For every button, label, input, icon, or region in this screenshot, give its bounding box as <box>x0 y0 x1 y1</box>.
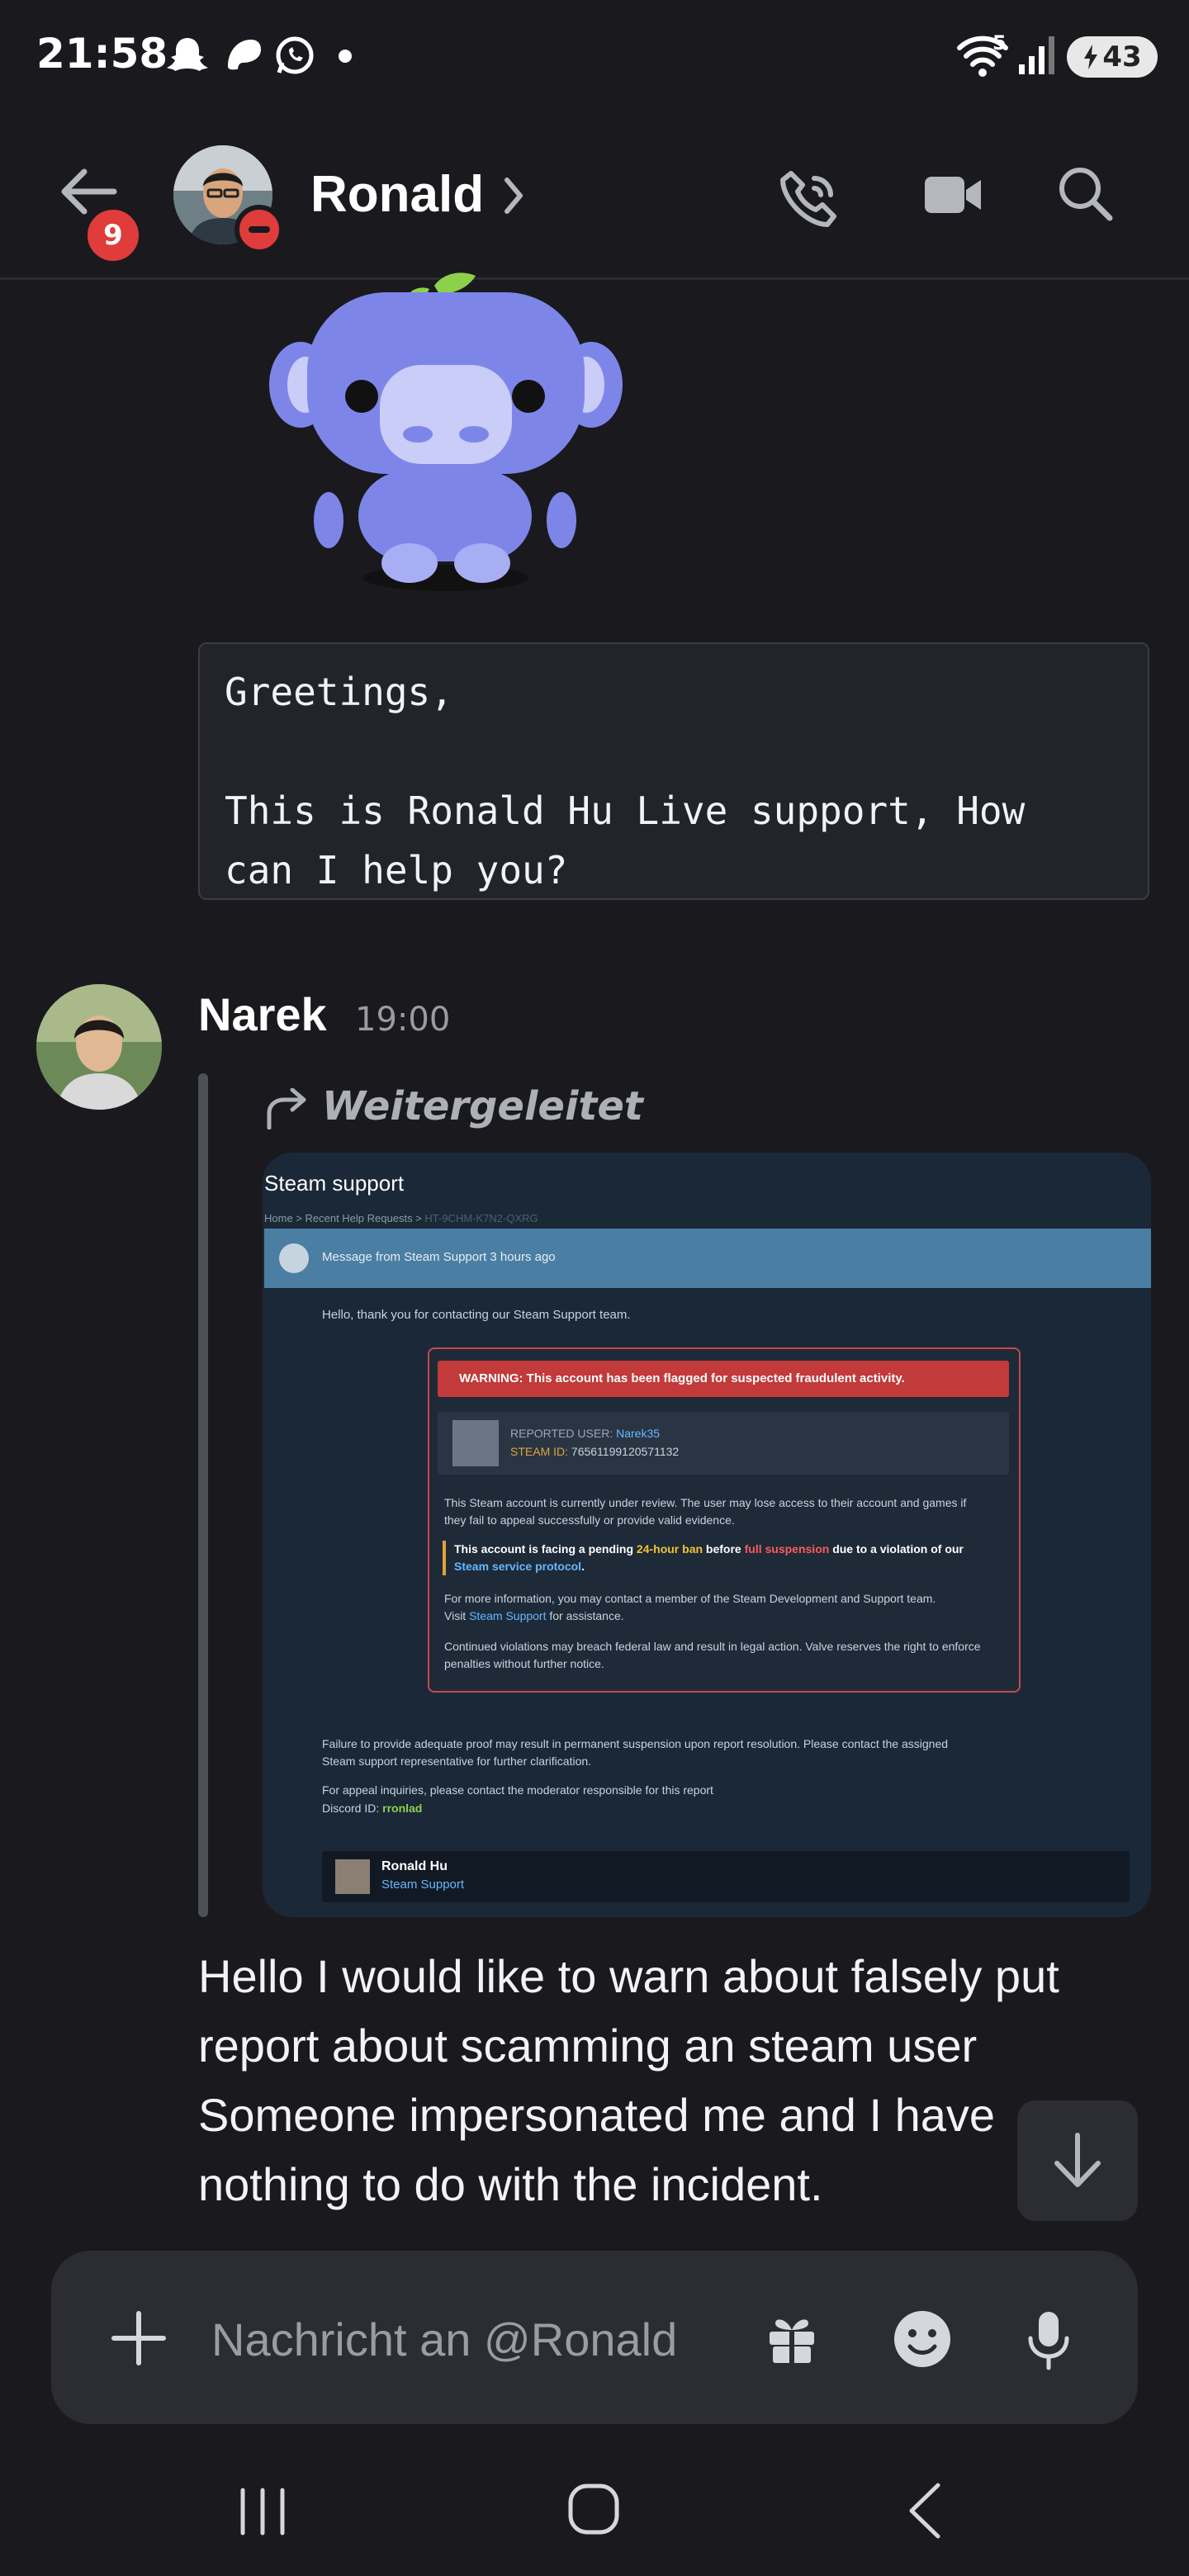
forwarded-image[interactable]: Steam support Home > Recent Help Request… <box>263 1153 1151 1917</box>
warning-box: WARNING: This account has been flagged f… <box>428 1347 1021 1693</box>
video-icon[interactable] <box>923 172 983 218</box>
system-nav-bar <box>0 2452 1189 2576</box>
signer-name: Ronald Hu <box>381 1859 448 1873</box>
chevron-right-icon[interactable] <box>502 175 525 216</box>
forward-bar <box>198 1073 208 1917</box>
contact-name[interactable]: Ronald <box>310 165 484 224</box>
message-text: Hello I would like to warn about falsely… <box>198 1950 1059 2210</box>
dnd-status-icon <box>234 205 284 254</box>
mic-icon[interactable] <box>1026 2308 1072 2371</box>
warning-text: WARNING: This account has been flagged f… <box>459 1371 905 1385</box>
battery-indicator: 43 <box>1067 36 1158 78</box>
app-icon <box>228 40 261 70</box>
snapchat-icon <box>167 38 208 71</box>
signer-avatar <box>335 1859 370 1894</box>
reported-user-card: REPORTED USER: Narek35 STEAM ID: 7656119… <box>438 1412 1009 1475</box>
message-composer <box>51 2251 1138 2424</box>
wifi-badge: 5 <box>992 31 1007 54</box>
author-name[interactable]: Narek <box>198 987 327 1041</box>
reported-avatar <box>452 1420 499 1466</box>
ban-text: This account is facing a pending 24-hour… <box>454 1542 964 1573</box>
review-text: This Steam account is currently under re… <box>444 1496 967 1527</box>
unread-badge: 9 <box>83 205 144 266</box>
search-icon[interactable] <box>1057 165 1113 221</box>
signal-icon <box>1019 36 1054 74</box>
screenshot-message-bar: Message from Steam Support 3 hours ago <box>264 1229 1151 1288</box>
emoji-icon[interactable] <box>892 2308 953 2370</box>
nav-back-icon[interactable] <box>907 2482 943 2540</box>
status-time: 21:58 <box>36 30 168 78</box>
bar-text: Message from Steam Support 3 hours ago <box>322 1250 556 1264</box>
signer-role: Steam Support <box>381 1878 465 1892</box>
plus-icon[interactable] <box>111 2310 167 2366</box>
steam-logo-icon <box>279 1243 309 1273</box>
message-input[interactable] <box>210 2300 741 2378</box>
status-bar: 21:58 5 43 <box>0 0 1189 116</box>
forwarded-label: Weitergeleitet <box>322 1083 643 1129</box>
failure-text: Failure to provide adequate proof may re… <box>322 1737 949 1768</box>
battery-level: 43 <box>1102 40 1142 73</box>
wumpus-sticker <box>269 272 623 591</box>
screenshot-title: Steam support <box>264 1171 405 1196</box>
more-info-text: For more information, you may contact a … <box>444 1592 936 1622</box>
gift-icon[interactable] <box>765 2312 819 2366</box>
ban-accent <box>443 1541 446 1575</box>
signer-card: Ronald Hu Steam Support <box>322 1851 1130 1902</box>
notification-dot <box>339 50 352 63</box>
reported-user-line: REPORTED USER: Narek35 <box>510 1427 661 1440</box>
whatsapp-icon <box>276 36 314 74</box>
intro-text: Hello, thank you for contacting our Stea… <box>322 1308 631 1322</box>
arrow-down-icon <box>1054 2133 1101 2187</box>
warning-banner: WARNING: This account has been flagged f… <box>438 1361 1009 1397</box>
steam-id-line: STEAM ID: 76561199120571132 <box>510 1445 680 1458</box>
charging-icon <box>1084 45 1098 69</box>
screenshot-breadcrumb: Home > Recent Help Requests > HT-9CHM-K7… <box>264 1212 538 1224</box>
greeting-message: Greetings, This is Ronald Hu Live suppor… <box>198 642 1149 900</box>
home-icon[interactable] <box>566 2482 621 2536</box>
forward-icon <box>267 1088 306 1129</box>
recent-apps-icon[interactable] <box>236 2487 289 2536</box>
phone-icon[interactable] <box>776 167 842 233</box>
scroll-to-bottom-button[interactable] <box>1017 2100 1138 2221</box>
appeal-text: For appeal inquiries, please contact the… <box>322 1783 713 1797</box>
message-timestamp: 19:00 <box>355 1001 451 1039</box>
continued-text: Continued violations may breach federal … <box>444 1640 981 1670</box>
narek-avatar[interactable] <box>36 984 162 1110</box>
discord-id-line: Discord ID: rronlad <box>322 1802 423 1815</box>
